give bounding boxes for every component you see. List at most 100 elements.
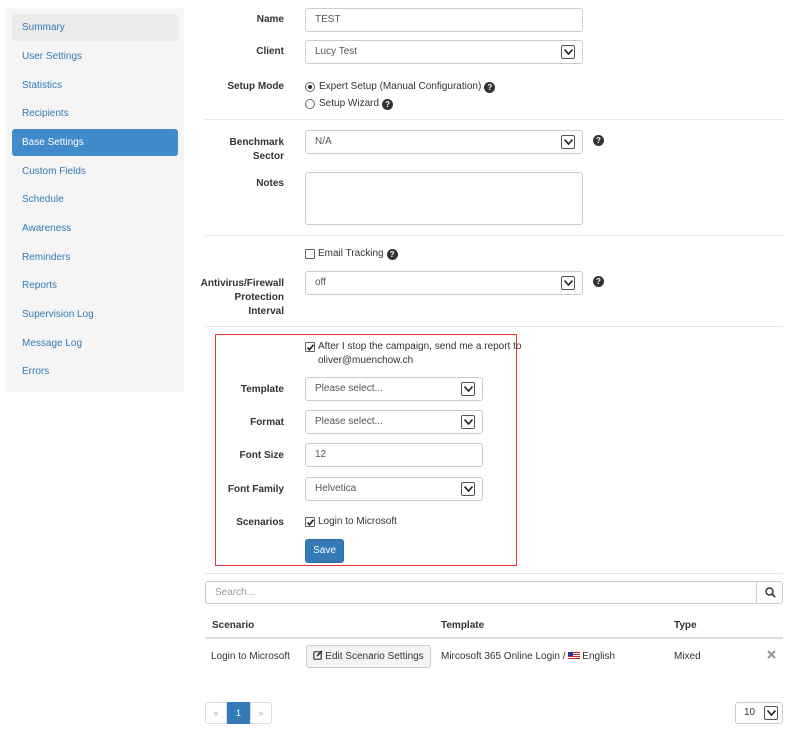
name-label: Name [256, 14, 284, 25]
benchmark-label-line1: Benchmark [229, 137, 284, 148]
font-family-label: Font Family [227, 484, 284, 495]
benchmark-label-line2: Sector [252, 151, 284, 162]
template-select[interactable]: Please select... [305, 377, 483, 401]
section-divider [205, 326, 783, 327]
pagination-next[interactable]: » [250, 702, 272, 724]
report-email: oliver@muenchow.ch [318, 355, 414, 366]
edit-scenario-settings-button[interactable]: Edit Scenario Settings [306, 645, 431, 668]
page-size-value: 10 [744, 707, 756, 718]
sidebar-item-statistics[interactable]: Statistics [12, 72, 178, 99]
setup-expert-option: Expert Setup (Manual Configuration)? [319, 80, 496, 94]
chevron-down-icon [561, 276, 575, 290]
benchmark-sector-select[interactable]: N/A [305, 130, 583, 154]
column-header-type[interactable]: Type [674, 620, 697, 631]
client-select-value: Lucy Test [315, 46, 358, 57]
scenario-login-checkbox[interactable] [305, 517, 315, 527]
help-icon[interactable]: ? [593, 276, 604, 287]
sidebar-nav: Summary User Settings Statistics Recipie… [6, 8, 184, 392]
sidebar-item-base-settings[interactable]: Base Settings [12, 129, 178, 156]
scenarios-label: Scenarios [236, 517, 284, 528]
template-select-value: Please select... [315, 383, 383, 394]
format-select[interactable]: Please select... [305, 410, 483, 434]
stop-report-checkbox[interactable] [305, 342, 315, 352]
pagination-prev[interactable]: « [205, 702, 227, 724]
delete-icon[interactable] [767, 650, 777, 660]
help-icon[interactable]: ? [484, 82, 496, 93]
chevron-down-icon [561, 135, 575, 149]
chevron-down-icon [461, 415, 475, 429]
benchmark-select-value: N/A [315, 136, 332, 147]
edit-button-label: Edit Scenario Settings [325, 651, 424, 662]
template-label: Template [240, 384, 284, 395]
setup-wizard-label: Setup Wizard [319, 98, 380, 109]
sidebar-item-reminders[interactable]: Reminders [12, 244, 178, 271]
help-icon[interactable]: ? [382, 99, 394, 110]
template-language: English [582, 651, 616, 662]
antivirus-select-value: off [315, 277, 326, 288]
section-divider [205, 573, 783, 574]
antivirus-label-line2: Protection [234, 292, 284, 303]
benchmark-sector-label: Benchmark Sector [200, 136, 284, 164]
sidebar-item-awareness[interactable]: Awareness [12, 215, 178, 242]
sidebar-item-reports[interactable]: Reports [12, 272, 178, 299]
format-label: Format [250, 417, 284, 428]
antivirus-interval-label: Antivirus/Firewall Protection Interval [188, 277, 284, 319]
chevron-down-icon [461, 382, 475, 396]
column-header-template[interactable]: Template [441, 620, 484, 631]
font-size-input[interactable]: 12 [305, 443, 483, 467]
section-divider [205, 119, 783, 120]
search-input[interactable]: Search... [205, 581, 757, 604]
setup-expert-label: Expert Setup (Manual Configuration) [319, 81, 482, 92]
antivirus-label-line1: Antivirus/Firewall [200, 278, 284, 289]
font-family-select[interactable]: Helvetica [305, 477, 483, 501]
pagination-page-1[interactable]: 1 [227, 702, 250, 724]
email-tracking-checkbox[interactable] [305, 249, 315, 259]
template-cell: Mircosoft 365 Online Login / English [441, 651, 615, 662]
notes-label: Notes [256, 178, 284, 189]
help-icon[interactable]: ? [386, 249, 398, 260]
stop-report-option: After I stop the campaign, send me a rep… [318, 340, 522, 368]
client-label: Client [256, 46, 284, 57]
client-select[interactable]: Lucy Test [305, 40, 583, 64]
sidebar-item-custom-fields[interactable]: Custom Fields [12, 158, 178, 185]
antivirus-label-line3: Interval [248, 306, 284, 317]
format-select-value: Please select... [315, 416, 383, 427]
chevron-down-icon [561, 45, 575, 59]
page-size-select[interactable]: 10 [735, 702, 783, 724]
setup-wizard-option: Setup Wizard? [319, 97, 394, 111]
search-button[interactable] [756, 581, 783, 604]
setup-expert-radio[interactable] [305, 82, 315, 92]
search-icon [765, 587, 776, 598]
section-divider [205, 235, 783, 236]
scenario-cell: Login to Microsoft [211, 651, 290, 662]
table-header-divider [205, 637, 783, 639]
email-tracking-option: Email Tracking? [318, 247, 398, 261]
sidebar-item-schedule[interactable]: Schedule [12, 186, 178, 213]
font-size-label: Font Size [239, 450, 284, 461]
notes-textarea[interactable] [305, 172, 583, 225]
sidebar-item-errors[interactable]: Errors [12, 358, 178, 385]
sidebar-item-supervision-log[interactable]: Supervision Log [12, 301, 178, 328]
save-button[interactable]: Save [305, 539, 344, 563]
font-family-select-value: Helvetica [315, 483, 357, 494]
us-flag-icon [568, 652, 581, 659]
column-header-scenario[interactable]: Scenario [212, 620, 254, 631]
sidebar-item-recipients[interactable]: Recipients [12, 100, 178, 127]
sidebar-item-summary[interactable]: Summary [12, 14, 178, 41]
checkmark-icon [306, 519, 315, 527]
chevron-down-icon [764, 706, 778, 720]
setup-wizard-radio[interactable] [305, 99, 315, 109]
edit-icon [313, 650, 323, 660]
stop-report-label: After I stop the campaign, send me a rep… [318, 341, 522, 352]
help-icon[interactable]: ? [593, 135, 604, 146]
name-input[interactable]: TEST [305, 8, 583, 32]
template-name: Mircosoft 365 Online Login / [441, 651, 569, 662]
setup-mode-label: Setup Mode [227, 81, 284, 92]
checkmark-icon [306, 344, 315, 352]
sidebar-item-user-settings[interactable]: User Settings [12, 43, 178, 70]
sidebar-item-message-log[interactable]: Message Log [12, 330, 178, 357]
type-cell: Mixed [674, 651, 701, 662]
antivirus-interval-select[interactable]: off [305, 271, 583, 295]
email-tracking-label: Email Tracking [318, 248, 384, 259]
chevron-down-icon [461, 482, 475, 496]
